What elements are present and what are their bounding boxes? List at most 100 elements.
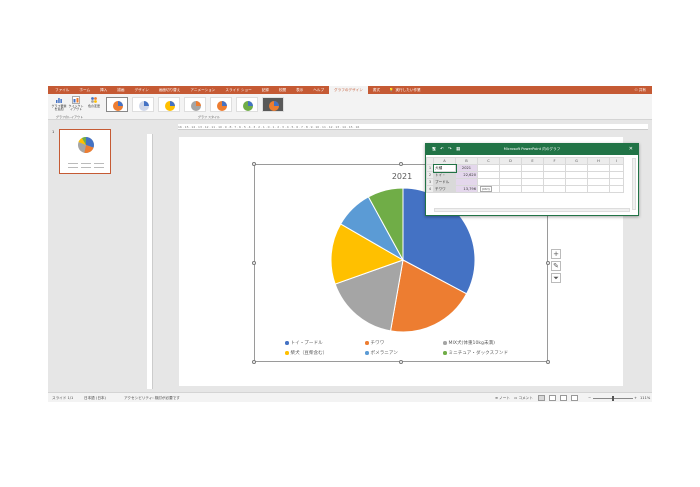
legend-entry[interactable]: ミニチュア・ダックスフンド xyxy=(443,350,508,356)
chart-style-2[interactable] xyxy=(132,97,154,112)
resize-handle[interactable] xyxy=(399,360,403,364)
column-header[interactable]: D xyxy=(499,157,522,165)
cell[interactable] xyxy=(543,164,566,172)
cell[interactable] xyxy=(499,171,522,179)
chart-elements-button[interactable]: + xyxy=(551,249,561,259)
cell[interactable] xyxy=(609,171,624,179)
row-header[interactable]: 3 xyxy=(426,178,434,186)
chart-legend[interactable]: トイ・プードル チワワ MIX犬(体重10kg未満) 柴犬（豆柴含む） ポメラニアン ミニ… xyxy=(285,340,535,360)
horizontal-scrollbar[interactable] xyxy=(434,208,630,212)
slide-thumbnail[interactable] xyxy=(59,129,111,174)
notes-button[interactable]: ≡ ノート xyxy=(495,393,510,402)
redo-icon[interactable]: ↷ xyxy=(448,144,452,155)
cell[interactable] xyxy=(455,178,478,186)
cell[interactable] xyxy=(565,164,588,172)
row-header[interactable]: 2 xyxy=(426,171,434,179)
tab-slideshow[interactable]: スライド ショー xyxy=(220,86,256,94)
column-header[interactable]: E xyxy=(521,157,544,165)
cell[interactable]: 13,796 xyxy=(455,185,478,193)
cell[interactable]: 22,620 xyxy=(455,171,478,179)
cell[interactable] xyxy=(521,185,544,193)
zoom-slider-thumb[interactable] xyxy=(612,395,614,401)
cell[interactable] xyxy=(587,164,610,172)
tab-record[interactable]: 記録 xyxy=(257,86,274,94)
chart-style-3[interactable] xyxy=(158,97,180,112)
cell[interactable]: トイ・ xyxy=(433,171,456,179)
cell[interactable] xyxy=(499,164,522,172)
cell[interactable] xyxy=(609,178,624,186)
column-header[interactable]: B xyxy=(455,157,478,165)
resize-handle[interactable] xyxy=(399,162,403,166)
cell[interactable] xyxy=(587,185,610,193)
row-header[interactable]: 4 xyxy=(426,185,434,193)
cell[interactable]: 2021 xyxy=(455,164,478,172)
cell[interactable] xyxy=(499,178,522,186)
close-icon[interactable]: ✕ xyxy=(629,144,633,155)
chart-style-5[interactable] xyxy=(210,97,232,112)
save-icon[interactable]: 🖫 xyxy=(432,144,436,155)
legend-entry[interactable]: MIX犬(体重10kg未満) xyxy=(443,340,495,346)
tab-chart-design[interactable]: グラフのデザイン xyxy=(329,86,368,94)
cell[interactable] xyxy=(477,164,500,172)
cell[interactable]: 犬種 xyxy=(432,163,457,173)
cell[interactable] xyxy=(609,164,624,172)
chart-style-1[interactable] xyxy=(106,97,128,112)
cell[interactable] xyxy=(499,185,522,193)
column-header[interactable]: F xyxy=(543,157,566,165)
tab-review[interactable]: 校閲 xyxy=(274,86,291,94)
resize-handle[interactable] xyxy=(546,261,550,265)
column-header[interactable]: A xyxy=(433,157,456,165)
accessibility-indicator[interactable]: アクセシビリティ: 検討が必要です xyxy=(124,393,180,402)
zoom-level[interactable]: 111% xyxy=(640,393,650,402)
cell[interactable]: (Ctrl) xyxy=(477,185,500,193)
cell[interactable] xyxy=(565,185,588,193)
cell[interactable]: チワワ xyxy=(433,185,456,193)
language-indicator[interactable]: 日本語 (日本) xyxy=(84,393,106,402)
cell[interactable] xyxy=(565,171,588,179)
normal-view-button[interactable] xyxy=(538,395,545,401)
cell[interactable] xyxy=(609,185,624,193)
tab-transitions[interactable]: 画面切り替え xyxy=(154,86,186,94)
chart-filters-button[interactable]: ⏷ xyxy=(551,273,561,283)
column-header[interactable]: H xyxy=(587,157,610,165)
legend-entry[interactable]: チワワ xyxy=(365,340,384,346)
change-colors-button[interactable]: 色の変更 xyxy=(86,96,102,116)
cell[interactable] xyxy=(565,178,588,186)
slide-sorter-button[interactable] xyxy=(549,395,556,401)
column-header[interactable]: C xyxy=(477,157,500,165)
corner-cell[interactable] xyxy=(426,157,434,165)
chart-style-7[interactable] xyxy=(262,97,284,112)
quick-layout-button[interactable]: クイックレイアウト xyxy=(68,96,84,116)
resize-handle[interactable] xyxy=(252,261,256,265)
tab-animations[interactable]: アニメーション xyxy=(185,86,220,94)
tab-insert[interactable]: 挿入 xyxy=(95,86,112,94)
column-header[interactable]: I xyxy=(609,157,624,165)
resize-handle[interactable] xyxy=(252,162,256,166)
cell[interactable] xyxy=(477,171,500,179)
tab-design[interactable]: デザイン xyxy=(129,86,153,94)
chart-style-6[interactable] xyxy=(236,97,258,112)
legend-entry[interactable]: ポメラニアン xyxy=(365,350,398,356)
tab-home[interactable]: ホーム xyxy=(74,86,95,94)
chart-style-4[interactable] xyxy=(184,97,206,112)
tab-format[interactable]: 書式 xyxy=(368,86,385,94)
cell[interactable] xyxy=(543,185,566,193)
legend-entry[interactable]: トイ・プードル xyxy=(285,340,323,346)
add-chart-element-button[interactable]: グラフ要素を追加 xyxy=(51,96,67,116)
paste-options-tag[interactable]: (Ctrl) xyxy=(480,186,492,192)
edit-in-excel-icon[interactable]: ▦ xyxy=(456,144,460,155)
cell[interactable] xyxy=(587,171,610,179)
share-button[interactable]: ⚇ 共有 xyxy=(634,86,646,94)
column-header[interactable]: G xyxy=(565,157,588,165)
slideshow-view-button[interactable] xyxy=(571,395,578,401)
row-header[interactable]: 1 xyxy=(426,164,434,172)
cell[interactable] xyxy=(543,171,566,179)
cell[interactable] xyxy=(521,164,544,172)
reading-view-button[interactable] xyxy=(560,395,567,401)
cell[interactable] xyxy=(543,178,566,186)
cell[interactable] xyxy=(587,178,610,186)
cell[interactable]: プードル xyxy=(433,178,456,186)
resize-handle[interactable] xyxy=(252,360,256,364)
legend-entry[interactable]: 柴犬（豆柴含む） xyxy=(285,350,327,356)
vertical-scrollbar[interactable] xyxy=(632,158,636,210)
